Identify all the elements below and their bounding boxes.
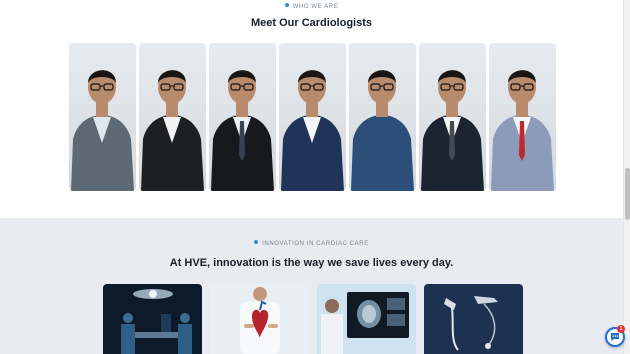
doctor-card-5[interactable] [349,43,416,191]
eyebrow-dot [254,240,259,244]
doctor-card-2[interactable] [139,43,206,191]
doctor-card-1[interactable] [69,43,136,191]
doctor-portrait [71,70,134,191]
innovation-gallery [103,284,523,354]
cardiologists-section: WHO WE ARE Meet Our Cardiologists [0,0,623,218]
innovation-title: At HVE, innovation is the way we save li… [169,257,454,269]
page-viewport: WHO WE ARE Meet Our Cardiologists INNOVA… [0,0,623,354]
heart-scan-monitor-image[interactable] [317,284,416,354]
heart-model-illustration [210,284,309,354]
innovation-section: INNOVATION IN CARDIAC CARE At HVE, innov… [0,218,623,354]
doctor-portrait [351,70,414,191]
surgery-room-image[interactable] [103,284,202,354]
heart-scan-illustration [317,284,416,354]
doctor-card-4[interactable] [279,43,346,191]
doctor-portrait [491,70,554,191]
chat-notification-badge: 1 [617,325,625,333]
team-title: Meet Our Cardiologists [250,17,373,29]
doctor-portrait [281,70,344,191]
doctor-gallery [69,43,557,191]
scrollbar-thumb[interactable] [625,168,630,220]
doctor-card-6[interactable] [419,43,486,191]
page-scrollbar[interactable] [623,0,630,354]
team-eyebrow: WHO WE ARE [0,3,623,10]
surgery-room-illustration [103,284,202,354]
heart-model-image[interactable] [210,284,309,354]
doctor-portrait [141,70,204,191]
doctor-portrait [421,70,484,191]
innovation-eyebrow-text: INNOVATION IN CARDIAC CARE [262,241,369,247]
doctor-card-3[interactable] [209,43,276,191]
team-eyebrow-text: WHO WE ARE [292,4,339,10]
cardiac-device-image[interactable] [424,284,523,354]
cardiac-device-illustration [424,284,523,354]
eyebrow-dot [284,3,289,7]
innovation-eyebrow: INNOVATION IN CARDIAC CARE [0,240,623,247]
doctor-portrait [211,70,274,191]
doctor-card-7[interactable] [489,43,556,191]
